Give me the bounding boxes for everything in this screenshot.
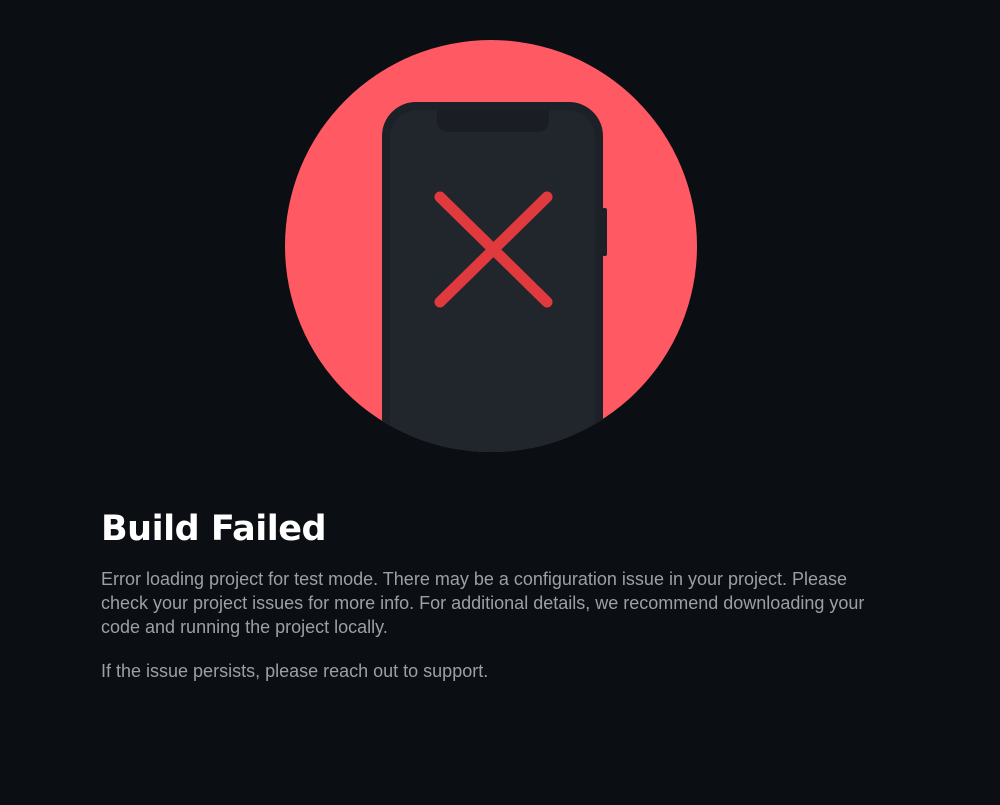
phone-error-icon <box>285 40 697 452</box>
phone-side-button <box>602 208 607 256</box>
build-failed-illustration <box>285 40 697 452</box>
error-message: Error loading project for test mode. The… <box>101 569 865 637</box>
phone-notch <box>437 110 549 132</box>
phone-screen <box>390 110 595 452</box>
error-content: Build Failed Error loading project for t… <box>101 505 901 683</box>
error-title: Build Failed <box>101 509 327 549</box>
support-note: If the issue persists, please reach out … <box>101 661 489 681</box>
